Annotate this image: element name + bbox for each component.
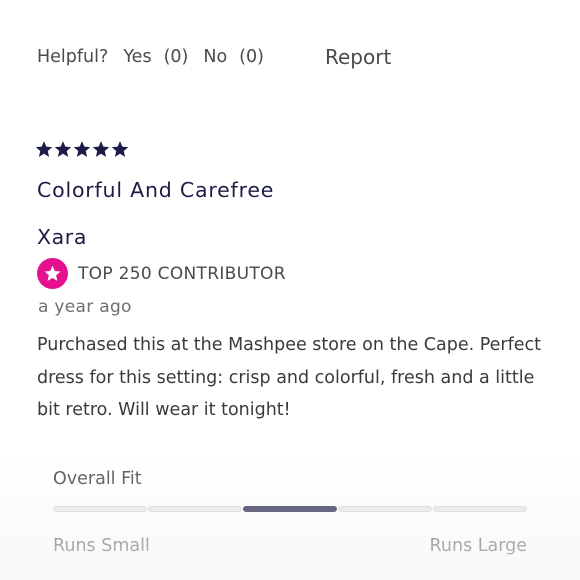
helpful-no-button[interactable]: No (0) — [203, 47, 264, 67]
fit-max-label: Runs Large — [429, 536, 527, 556]
fit-segment — [53, 506, 147, 512]
star-icon — [92, 141, 110, 157]
star-icon — [111, 141, 129, 157]
helpful-yes-button[interactable]: Yes (0) — [123, 47, 188, 67]
helpful-row: Helpful? Yes (0) No (0) — [37, 47, 279, 67]
yes-label: Yes — [123, 47, 152, 67]
fit-segment — [433, 506, 527, 512]
helpful-label: Helpful? — [37, 47, 109, 67]
no-label: No — [203, 47, 228, 67]
yes-count: (0) — [163, 47, 189, 67]
overall-fit-label: Overall Fit — [53, 469, 142, 489]
review-body: Purchased this at the Mashpee store on t… — [37, 335, 542, 420]
star-icon — [35, 141, 53, 157]
report-link[interactable]: Report — [325, 45, 391, 69]
contributor-star-icon — [37, 258, 68, 289]
review-title: Colorful And Carefree — [37, 178, 275, 202]
fit-segment-selected — [243, 506, 337, 512]
no-count: (0) — [239, 47, 264, 67]
fit-min-label: Runs Small — [53, 536, 150, 556]
fit-scale — [53, 506, 527, 512]
review-author[interactable]: Xara — [37, 225, 87, 249]
star-icon — [54, 141, 72, 157]
star-rating — [35, 140, 129, 158]
review-timestamp: a year ago — [38, 297, 132, 317]
star-icon — [73, 141, 91, 157]
fit-segment — [148, 506, 242, 512]
contributor-badge: TOP 250 CONTRIBUTOR — [37, 258, 286, 289]
fit-segment — [338, 506, 432, 512]
badge-label: TOP 250 CONTRIBUTOR — [78, 263, 286, 284]
